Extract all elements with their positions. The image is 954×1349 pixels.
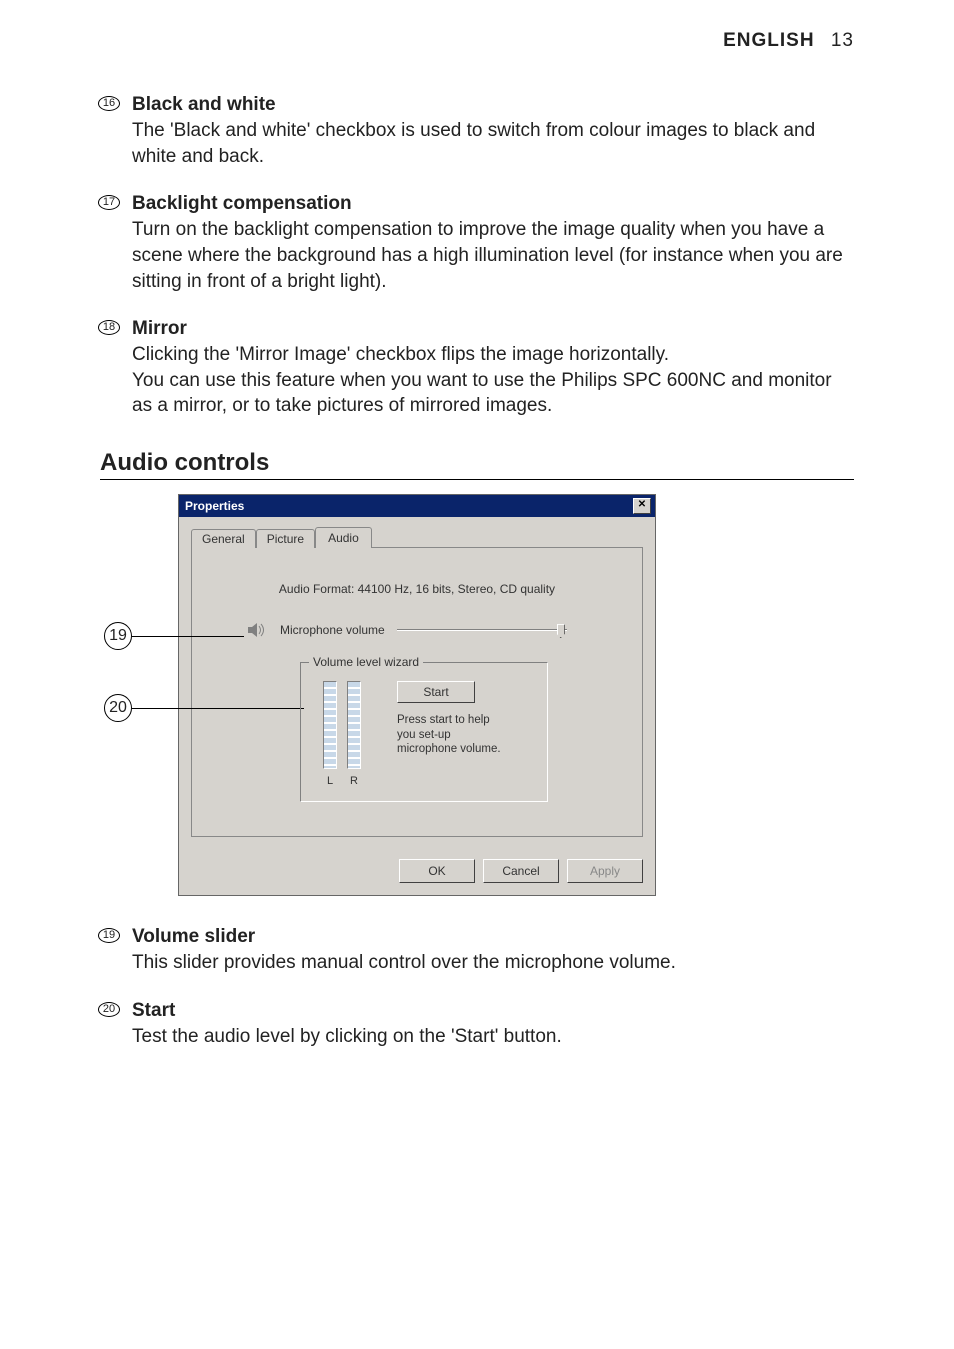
section-body: The 'Black and white' checkbox is used t… bbox=[132, 118, 854, 169]
section-body: Test the audio level by clicking on the … bbox=[132, 1024, 854, 1050]
page-number: 13 bbox=[831, 30, 854, 51]
marker-16: 16 bbox=[98, 96, 120, 111]
volume-slider[interactable] bbox=[397, 623, 567, 637]
volume-wizard-fieldset: Volume level wizard L R bbox=[300, 662, 548, 802]
tab-audio[interactable]: Audio bbox=[315, 527, 372, 548]
channel-l-label: L bbox=[323, 775, 337, 787]
vu-meter-left bbox=[323, 681, 337, 769]
section-title: Volume slider bbox=[132, 926, 854, 948]
dialog-title: Properties bbox=[185, 499, 244, 513]
marker-19: 19 bbox=[98, 928, 120, 943]
marker-17: 17 bbox=[98, 195, 120, 210]
section-body: Turn on the backlight compensation to im… bbox=[132, 217, 854, 294]
section-title: Black and white bbox=[132, 94, 854, 116]
wizard-hint: Press start to help you set-up microphon… bbox=[397, 713, 507, 756]
section-black-and-white: 16 Black and white The 'Black and white'… bbox=[100, 94, 854, 169]
tab-bar: General Picture Audio bbox=[191, 527, 643, 548]
close-button[interactable]: ✕ bbox=[633, 498, 651, 514]
section-start: 20 Start Test the audio level by clickin… bbox=[100, 1000, 854, 1050]
callout-19: 19 bbox=[104, 622, 244, 650]
section-backlight: 17 Backlight compensation Turn on the ba… bbox=[100, 193, 854, 294]
channel-r-label: R bbox=[347, 775, 361, 787]
audio-controls-heading: Audio controls bbox=[100, 449, 854, 480]
callout-bubble-19: 19 bbox=[104, 622, 132, 650]
dialog-button-bar: OK Cancel Apply bbox=[179, 849, 655, 895]
dialog-titlebar: Properties ✕ bbox=[179, 495, 655, 517]
marker-20: 20 bbox=[98, 1002, 120, 1017]
section-body: Clicking the 'Mirror Image' checkbox fli… bbox=[132, 342, 854, 419]
language-label: ENGLISH bbox=[723, 30, 814, 51]
section-body: This slider provides manual control over… bbox=[132, 950, 854, 976]
start-button[interactable]: Start bbox=[397, 681, 475, 703]
audio-format-label: Audio Format: 44100 Hz, 16 bits, Stereo,… bbox=[208, 582, 626, 596]
microphone-volume-label: Microphone volume bbox=[280, 623, 385, 637]
vu-meter-right bbox=[347, 681, 361, 769]
section-title: Backlight compensation bbox=[132, 193, 854, 215]
callout-bubble-20: 20 bbox=[104, 694, 132, 722]
speaker-icon bbox=[248, 622, 268, 638]
section-title: Start bbox=[132, 1000, 854, 1022]
tab-picture[interactable]: Picture bbox=[256, 529, 315, 548]
ok-button[interactable]: OK bbox=[399, 859, 475, 883]
section-title: Mirror bbox=[132, 318, 854, 340]
marker-18: 18 bbox=[98, 320, 120, 335]
tab-panel-audio: Audio Format: 44100 Hz, 16 bits, Stereo,… bbox=[191, 547, 643, 837]
apply-button[interactable]: Apply bbox=[567, 859, 643, 883]
tab-general[interactable]: General bbox=[191, 529, 256, 548]
page-header: ENGLISH 13 bbox=[100, 30, 854, 52]
microphone-volume-row: Microphone volume bbox=[248, 622, 626, 638]
wizard-legend: Volume level wizard bbox=[309, 655, 423, 669]
section-volume-slider: 19 Volume slider This slider provides ma… bbox=[100, 926, 854, 976]
slider-thumb[interactable] bbox=[557, 624, 565, 638]
callout-line bbox=[132, 636, 244, 637]
section-mirror: 18 Mirror Clicking the 'Mirror Image' ch… bbox=[100, 318, 854, 419]
callout-20: 20 bbox=[104, 694, 304, 722]
cancel-button[interactable]: Cancel bbox=[483, 859, 559, 883]
callout-line bbox=[132, 708, 304, 709]
